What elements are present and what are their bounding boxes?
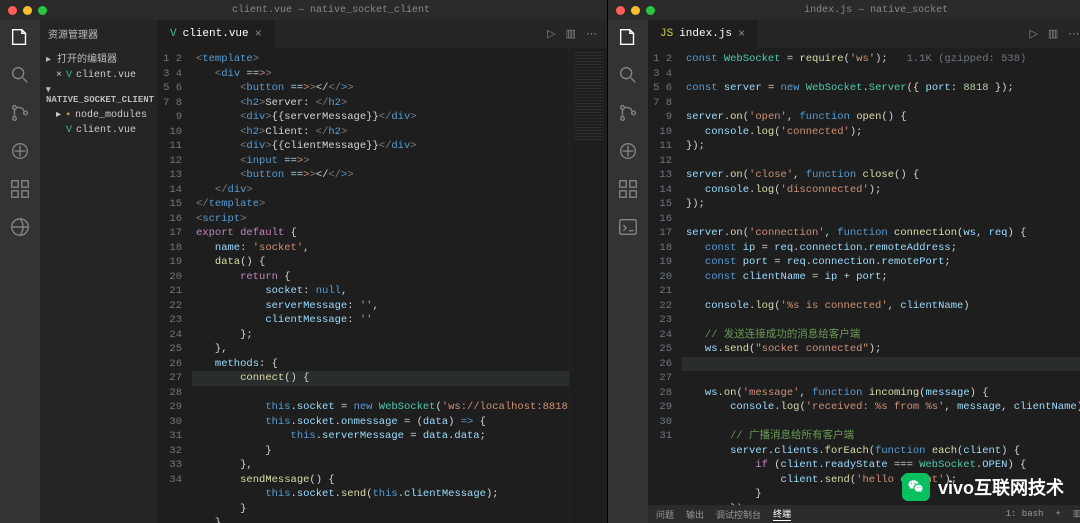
traffic-lights <box>608 6 663 15</box>
traffic-lights <box>0 6 55 15</box>
panel-output[interactable]: 输出 <box>686 508 704 521</box>
explorer-sidebar: 资源管理器 ▸ 打开的编辑器 × V client.vue ▾ NATIVE_S… <box>40 20 158 523</box>
new-terminal-icon[interactable]: + <box>1055 509 1060 519</box>
vue-file-icon: V <box>170 28 177 40</box>
vscode-window-left: client.vue — native_socket_client 资源管理器 … <box>0 0 608 523</box>
open-editors-section[interactable]: ▸ 打开的编辑器 <box>40 48 158 68</box>
maximize-window-icon[interactable] <box>646 6 655 15</box>
minimize-window-icon[interactable] <box>631 6 640 15</box>
tree-folder-node-modules[interactable]: ▸ ▪ node_modules <box>40 107 158 123</box>
line-numbers: 1 2 3 4 5 6 7 8 9 10 11 12 13 14 15 16 1… <box>158 48 192 523</box>
vscode-window-right: index.js — native_socket JS index.js × ▷… <box>608 0 1080 523</box>
panel-problems[interactable]: 问题 <box>656 508 674 521</box>
tab-label: client.vue <box>183 28 249 40</box>
watermark: vivo互联网技术 <box>902 473 1064 501</box>
folder-icon: ▪ <box>65 110 71 121</box>
panel-tabs: 问题 输出 调试控制台 终端 1: bash + ▥ <box>648 505 1080 523</box>
project-section[interactable]: ▾ NATIVE_SOCKET_CLIENT <box>40 83 158 107</box>
close-window-icon[interactable] <box>616 6 625 15</box>
more-icon[interactable]: ⋯ <box>586 27 597 41</box>
activity-bar <box>608 20 648 523</box>
minimize-window-icon[interactable] <box>23 6 32 15</box>
source-control-icon[interactable] <box>617 102 639 124</box>
js-file-icon: JS <box>660 28 673 40</box>
line-numbers: 1 2 3 4 5 6 7 8 9 10 11 12 13 14 15 16 1… <box>648 48 682 505</box>
vue-file-icon: V <box>66 70 72 81</box>
wechat-icon <box>902 473 930 501</box>
split-editor-icon[interactable]: ▥ <box>566 27 576 41</box>
window-title: client.vue — native_socket_client <box>55 5 607 16</box>
code-content-right[interactable]: const WebSocket = require('ws'); 1.1K (g… <box>682 48 1080 505</box>
files-icon[interactable] <box>9 26 31 48</box>
debug-icon[interactable] <box>617 140 639 162</box>
run-icon[interactable]: ▷ <box>1029 27 1037 41</box>
chevron-right-icon: ▸ <box>56 109 61 121</box>
panel-terminal[interactable]: 终端 <box>773 507 791 521</box>
close-window-icon[interactable] <box>8 6 17 15</box>
tab-client-vue[interactable]: V client.vue × <box>158 20 275 48</box>
watermark-text: vivo互联网技术 <box>938 474 1064 500</box>
editor-actions: ▷ ▥ ⋯ <box>537 27 607 41</box>
extensions-icon[interactable] <box>9 178 31 200</box>
tab-label: index.js <box>679 28 732 40</box>
vue-file-icon: V <box>66 125 72 136</box>
split-terminal-icon[interactable]: ▥ <box>1073 509 1080 519</box>
titlebar-left: client.vue — native_socket_client <box>0 0 607 20</box>
editor-area-right: JS index.js × ▷ ▥ ⋯ 1 2 3 4 5 6 7 8 9 10… <box>648 20 1080 523</box>
maximize-window-icon[interactable] <box>38 6 47 15</box>
tab-bar-right: JS index.js × ▷ ▥ ⋯ <box>648 20 1080 48</box>
extensions-icon[interactable] <box>617 178 639 200</box>
panel-debug[interactable]: 调试控制台 <box>716 508 761 521</box>
code-editor-right[interactable]: 1 2 3 4 5 6 7 8 9 10 11 12 13 14 15 16 1… <box>648 48 1080 505</box>
terminal-alt-icon[interactable] <box>617 216 639 238</box>
search-icon[interactable] <box>617 64 639 86</box>
tab-index-js[interactable]: JS index.js × <box>648 20 758 48</box>
run-icon[interactable]: ▷ <box>547 27 555 41</box>
tab-bar-left: V client.vue × ▷ ▥ ⋯ <box>158 20 607 48</box>
search-icon[interactable] <box>9 64 31 86</box>
open-editor-item[interactable]: × V client.vue <box>40 68 158 83</box>
split-editor-icon[interactable]: ▥ <box>1048 27 1058 41</box>
minimap[interactable] <box>569 48 607 523</box>
titlebar-right: index.js — native_socket <box>608 0 1080 20</box>
remote-icon[interactable] <box>9 216 31 238</box>
activity-bar <box>0 20 40 523</box>
more-icon[interactable]: ⋯ <box>1068 27 1079 41</box>
explorer-title: 资源管理器 <box>40 20 158 48</box>
editor-actions: ▷ ▥ ⋯ <box>1019 27 1080 41</box>
code-editor-left[interactable]: 1 2 3 4 5 6 7 8 9 10 11 12 13 14 15 16 1… <box>158 48 607 523</box>
window-title: index.js — native_socket <box>663 5 1080 16</box>
terminal-shell[interactable]: 1: bash <box>1006 509 1044 519</box>
close-file-icon[interactable]: × <box>56 70 62 81</box>
close-tab-icon[interactable]: × <box>738 27 745 41</box>
source-control-icon[interactable] <box>9 102 31 124</box>
files-icon[interactable] <box>617 26 639 48</box>
debug-icon[interactable] <box>9 140 31 162</box>
close-tab-icon[interactable]: × <box>255 27 262 41</box>
code-content-left[interactable]: <template> <div ==>> <button ==>></</>> … <box>192 48 569 523</box>
editor-area-left: V client.vue × ▷ ▥ ⋯ 1 2 3 4 5 6 7 8 9 1… <box>158 20 607 523</box>
tree-file-client-vue[interactable]: V client.vue <box>40 123 158 138</box>
